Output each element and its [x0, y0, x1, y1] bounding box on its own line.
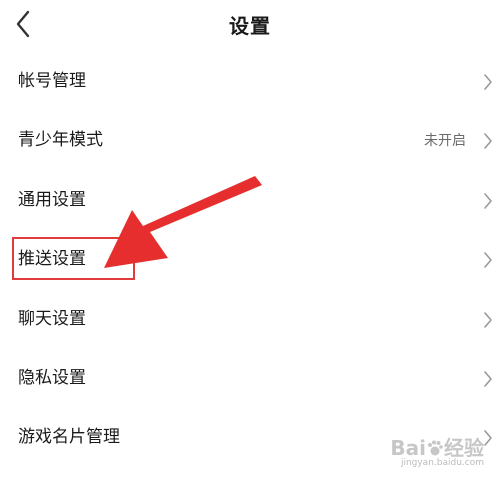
settings-item-teen-mode[interactable]: 青少年模式 未开启	[0, 111, 500, 170]
settings-item-push[interactable]: 推送设置	[0, 230, 500, 289]
settings-item-label: 通用设置	[18, 189, 86, 210]
top-bar: 设置	[0, 0, 500, 48]
settings-item-game-card[interactable]: 游戏名片管理	[0, 408, 500, 467]
chevron-right-icon	[482, 191, 494, 211]
chevron-right-icon	[482, 72, 494, 92]
settings-item-chat[interactable]: 聊天设置	[0, 290, 500, 349]
settings-item-privacy[interactable]: 隐私设置	[0, 349, 500, 408]
settings-item-label: 隐私设置	[18, 367, 86, 388]
settings-item-label: 聊天设置	[18, 308, 86, 329]
page-title: 设置	[229, 14, 271, 38]
settings-list: 帐号管理 青少年模式 未开启 通用设置 推送设置 聊天设置 隐私设置 游戏名片管…	[0, 52, 500, 468]
settings-item-label: 推送设置	[18, 249, 86, 270]
settings-item-account-management[interactable]: 帐号管理	[0, 52, 500, 111]
chevron-right-icon	[482, 131, 494, 151]
settings-item-label: 游戏名片管理	[18, 427, 120, 448]
teen-mode-status: 未开启	[424, 133, 466, 150]
chevron-right-icon	[482, 310, 494, 330]
chevron-right-icon	[482, 250, 494, 270]
chevron-right-icon	[482, 369, 494, 389]
settings-item-label: 青少年模式	[18, 130, 103, 151]
settings-item-general[interactable]: 通用设置	[0, 171, 500, 230]
chevron-right-icon	[482, 428, 494, 448]
settings-item-label: 帐号管理	[18, 71, 86, 91]
